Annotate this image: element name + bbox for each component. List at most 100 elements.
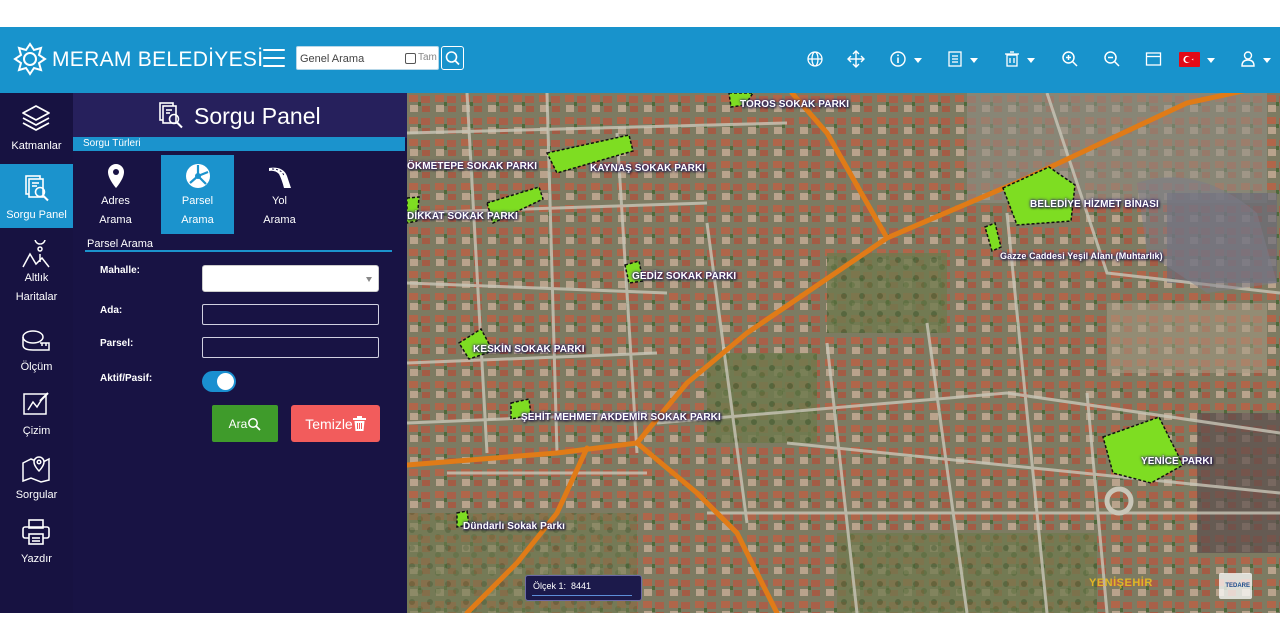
meram-logo-icon (13, 42, 47, 76)
chevron-down-icon (366, 277, 372, 282)
brand-title: MERAM BELEDİYESİ (52, 48, 264, 71)
user-button[interactable] (1240, 48, 1271, 70)
parcel-icon (186, 164, 210, 188)
sidebar-item-label: Altlık (24, 272, 49, 284)
chevron-down-icon (970, 57, 978, 63)
window-button[interactable] (1145, 48, 1162, 70)
sidebar-item-print[interactable]: Yazdır (0, 508, 73, 572)
sidebar-item-label: Sorgu Panel (6, 209, 67, 221)
sidebar-item-label: Çizim (22, 425, 51, 437)
sidebar-item-measure[interactable]: Ölçüm (0, 316, 73, 380)
query-panel: Sorgu Panel Sorgu Türleri Adres Arama Par… (73, 93, 407, 613)
section-title: Parsel Arama (87, 238, 154, 250)
park-label: GEDİZ SOKAK PARKI (632, 271, 737, 282)
draw-icon (23, 392, 49, 415)
layers-icon (22, 105, 50, 131)
query-icon (159, 102, 183, 129)
tab-label: Adres Arama (99, 195, 132, 226)
sidebar-item-label: Ölçüm (20, 361, 53, 373)
scale-bar (532, 595, 632, 596)
active-toggle[interactable] (202, 371, 236, 392)
panel-title: Sorgu Panel (194, 103, 321, 129)
map-queries-icon (22, 456, 50, 483)
left-sidebar: Katmanlar Sorgu Panel Altlık Haritalar Ö… (0, 93, 73, 613)
tab-parcel-search[interactable]: Parsel Arama (161, 155, 234, 234)
tab-address-search[interactable]: Adres Arama (79, 155, 152, 234)
general-search-input[interactable] (300, 50, 400, 67)
chevron-down-icon (1263, 57, 1271, 63)
zoom-out-button[interactable] (1103, 48, 1121, 70)
search-button[interactable] (441, 46, 464, 70)
search-submit-button[interactable]: Ara (212, 405, 278, 442)
trash-icon (352, 416, 366, 431)
chevron-down-icon (1027, 57, 1035, 63)
sidebar-item-label: Sorgular (15, 489, 58, 501)
park-label: KAYNAŞ SOKAK PARKI (590, 163, 706, 174)
map-scale: Ölçek 1: 8441 (525, 575, 642, 601)
ruler-icon (22, 330, 50, 351)
user-icon (1241, 51, 1255, 67)
watermark-logo: TEDARE (1219, 573, 1252, 599)
park-label: DİKKAT SOKAK PARKI (407, 211, 518, 222)
sidebar-item-query-panel[interactable]: Sorgu Panel (0, 164, 73, 228)
sidebar-item-basemaps[interactable]: Altlık Haritalar (0, 231, 73, 307)
park-label: ÖKMETEPE SOKAK PARKI (407, 161, 538, 172)
park-label: TOROS SOKAK PARKI (740, 99, 850, 110)
ada-input[interactable] (202, 304, 379, 325)
tam-label: Tam (418, 52, 437, 63)
tab-label: Parsel Arama (181, 195, 214, 226)
info-icon (890, 51, 906, 67)
zoom-in-button[interactable] (1061, 48, 1079, 70)
menu-toggle-icon[interactable] (263, 49, 285, 69)
query-types-label: Sorgu Türleri (83, 138, 141, 149)
top-bar: MERAM BELEDİYESİ Tam (0, 27, 1280, 93)
info-button[interactable] (889, 48, 922, 70)
sidebar-item-label: Yazdır (21, 553, 52, 565)
zoom-out-icon (1104, 51, 1120, 67)
map-view[interactable]: TOROS SOKAK PARKI ÖKMETEPE SOKAK PARKI K… (407, 93, 1280, 613)
move-icon (847, 50, 865, 68)
panel-header: Sorgu Panel (73, 93, 407, 138)
chevron-down-icon (1207, 57, 1215, 63)
tab-label: Yol Arama (263, 195, 296, 226)
scale-value: 8441 (571, 581, 592, 591)
search-icon (445, 51, 460, 66)
pan-button[interactable] (847, 48, 865, 70)
printer-icon (22, 519, 50, 545)
search-icon (248, 417, 261, 431)
sidebar-item-label: Katmanlar (11, 140, 62, 152)
parsel-input[interactable] (202, 337, 379, 358)
section-divider (85, 250, 392, 252)
list-button[interactable] (947, 48, 978, 70)
scale-label: Ölçek 1: (533, 581, 567, 591)
app-frame: MERAM BELEDİYESİ Tam (0, 27, 1280, 613)
mahalle-label: Mahalle: (100, 265, 141, 276)
query-types-bar: Sorgu Türleri (73, 137, 405, 151)
park-label: KESKİN SOKAK PARKI (473, 344, 585, 355)
mahalle-select[interactable] (202, 265, 379, 292)
sidebar-item-label-2: Haritalar (15, 291, 58, 303)
sidebar-item-queries[interactable]: Sorgular (0, 444, 73, 508)
park-label: ŞEHİT MEHMET AKDEMİR SOKAK PARKI (521, 412, 721, 423)
ada-label: Ada: (100, 305, 123, 316)
globe-button[interactable] (806, 48, 824, 70)
road-icon (269, 167, 291, 188)
tab-road-search[interactable]: Yol Arama (243, 155, 316, 234)
sidebar-item-draw[interactable]: Çizim (0, 380, 73, 444)
parsel-label: Parsel: (100, 338, 134, 349)
delete-button[interactable] (1004, 48, 1035, 70)
active-label: Aktif/Pasif: (100, 373, 153, 384)
list-icon (948, 51, 962, 67)
clear-button[interactable]: Temizle (291, 405, 380, 442)
zoom-in-icon (1062, 51, 1078, 67)
general-search: Tam (296, 46, 439, 70)
language-button[interactable] (1179, 48, 1215, 70)
basemap-icon (22, 240, 50, 268)
chevron-down-icon (914, 57, 922, 63)
sidebar-item-layers[interactable]: Katmanlar (0, 93, 73, 157)
tam-checkbox[interactable] (405, 53, 416, 64)
trash-icon (1005, 51, 1019, 67)
globe-icon (807, 51, 823, 67)
query-icon (25, 175, 49, 202)
park-label: Dündarlı Sokak Parkı (463, 521, 566, 532)
